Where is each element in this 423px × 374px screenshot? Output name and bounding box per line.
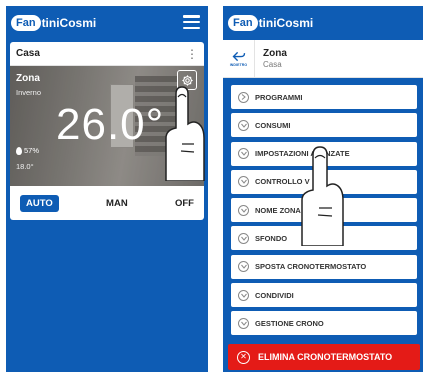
setpoint-temperature: 18.0° (16, 162, 34, 171)
mode-off-button[interactable]: OFF (175, 198, 194, 209)
logo-pill: Fan (11, 15, 41, 31)
humidity-value: 57% (24, 146, 40, 155)
back-label: INDIETRO (229, 62, 248, 67)
zone-settings-menu: PROGRAMMI CONSUMI IMPOSTAZIONI AVANZATE … (231, 85, 417, 340)
gear-icon[interactable] (177, 70, 197, 90)
chevron-down-icon (238, 148, 249, 160)
chevron-down-icon (238, 261, 249, 273)
zone-title: Zona (263, 48, 287, 59)
hamburger-icon[interactable] (183, 15, 200, 29)
chevron-down-icon (238, 176, 249, 188)
brand-logo: Fan tiniCosmi (228, 13, 313, 33)
chevron-right-icon (238, 91, 249, 103)
kebab-menu-icon[interactable]: ⋮ (186, 48, 198, 60)
card-header: Casa ⋮ (10, 42, 204, 66)
menu-item-gestione-crono[interactable]: GESTIONE CRONO (231, 311, 417, 336)
logo-text: tiniCosmi (41, 16, 97, 30)
menu-item-consumi[interactable]: CONSUMI (231, 113, 417, 138)
thermostat-card[interactable]: Casa ⋮ Zona Inverno 26.0° 57% 18.0° AUTO… (10, 42, 204, 220)
chevron-down-icon (238, 119, 249, 131)
mode-man-button[interactable]: MAN (106, 198, 128, 209)
current-temperature: 26.0° (56, 100, 165, 149)
chevron-down-icon (238, 317, 249, 329)
menu-item-impostazioni-avanzate[interactable]: IMPOSTAZIONI AVANZATE (231, 141, 417, 166)
delete-thermostat-button[interactable]: ✕ ELIMINA CRONOTERMOSTATO (228, 344, 420, 370)
zone-background-photo[interactable]: Zona Inverno 26.0° 57% 18.0° (10, 66, 204, 186)
zone-subtitle: Casa (263, 60, 282, 69)
logo-text: tiniCosmi (258, 16, 314, 30)
humidity-reading: 57% (16, 146, 39, 155)
menu-item-condividi[interactable]: CONDIVIDI (231, 283, 417, 308)
menu-item-sfondo[interactable]: SFONDO (231, 226, 417, 251)
phone-screen-home: Fan tiniCosmi Casa ⋮ Zona Inverno 26.0° … (6, 6, 208, 372)
back-arrow-icon (232, 51, 245, 61)
mode-auto-button[interactable]: AUTO (20, 194, 59, 212)
menu-item-sposta-cronotermostato[interactable]: SPOSTA CRONOTERMOSTATO (231, 254, 417, 279)
mode-selector: AUTO MAN OFF (10, 186, 204, 220)
menu-item-nome-zona[interactable]: NOME ZONA (231, 198, 417, 223)
close-circle-icon: ✕ (237, 350, 250, 364)
delete-label: ELIMINA CRONOTERMOSTATO (258, 352, 393, 362)
zone-header: INDIETRO Zona Casa (223, 39, 423, 78)
back-button[interactable]: INDIETRO (223, 39, 255, 78)
brand-logo: Fan tiniCosmi (11, 13, 96, 33)
water-drop-icon (16, 146, 22, 155)
phone-screen-zone-menu: Fan tiniCosmi INDIETRO Zona Casa PROGRAM… (223, 6, 423, 372)
chevron-down-icon (238, 204, 249, 216)
menu-item-programmi[interactable]: PROGRAMMI (231, 85, 417, 109)
menu-item-controllo-v[interactable]: CONTROLLO V (231, 169, 417, 194)
chevron-down-icon (238, 232, 249, 244)
chevron-down-icon (238, 289, 249, 301)
logo-pill: Fan (228, 15, 258, 31)
card-title: Casa (16, 48, 40, 59)
season-label: Inverno (16, 88, 42, 97)
zone-name: Zona (16, 73, 40, 84)
